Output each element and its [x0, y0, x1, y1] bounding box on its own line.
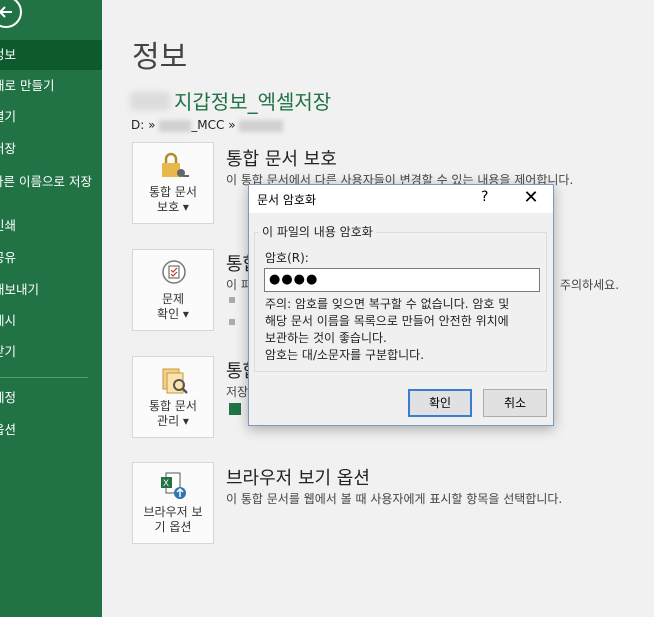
browser-view-icon: X — [161, 472, 186, 499]
file-path: D: » _MCC » — [131, 118, 284, 132]
redacted-text — [130, 92, 170, 110]
ok-button[interactable]: 확인 — [408, 389, 472, 417]
nav-save-as[interactable]: 다른 이름으로 저장 — [0, 174, 92, 208]
section-desc-tail: 주의하세요. — [560, 278, 620, 292]
manage-workbook-button[interactable]: 통합 문서 관리 ▾ — [132, 356, 214, 438]
document-title: 지갑정보_엑셀저장 — [174, 90, 332, 114]
protect-workbook-button[interactable]: 통합 문서 보호 ▾ — [132, 142, 214, 224]
note-line: 보관하는 것이 좋습니다. — [265, 331, 387, 345]
password-field[interactable]: ●●●● — [264, 268, 540, 292]
section-title: 브라우저 보기 옵션 — [226, 468, 370, 489]
tile-label: 통합 문서 — [149, 399, 197, 413]
close-icon[interactable]: ✕ — [519, 187, 543, 211]
dialog-titlebar[interactable]: 문서 암호화 ? ✕ — [249, 185, 553, 213]
nav-account[interactable]: 계정 — [0, 383, 102, 413]
tile-label: 문제 — [161, 292, 185, 306]
note-line: 주의: 암호를 잊으면 복구할 수 없습니다. 암호 및 — [265, 297, 510, 311]
bullet-icon — [229, 297, 235, 303]
tile-label: 확인 ▾ — [157, 307, 189, 321]
nav-divider — [0, 377, 88, 378]
nav-new[interactable]: 새로 만들기 — [0, 71, 102, 101]
nav-options[interactable]: 옵션 — [0, 415, 102, 445]
lock-key-icon — [162, 152, 189, 177]
excel-file-icon — [229, 403, 241, 415]
redacted-path — [239, 119, 284, 132]
note-line: 암호는 대/소문자를 구분합니다. — [265, 348, 425, 362]
password-label: 암호(R): — [265, 251, 309, 265]
nav-export[interactable]: 내보내기 — [0, 275, 102, 305]
check-issues-button[interactable]: 문제 확인 ▾ — [132, 249, 214, 331]
backstage-sidebar: 정보 새로 만들기 열기 저장 다른 이름으로 저장 인쇄 공유 내보내기 게시… — [0, 0, 102, 617]
browser-view-options-button[interactable]: X 브라우저 보기 옵션 — [132, 462, 214, 544]
note-line: 해당 문서 이름을 목록으로 만들어 안전한 위치에 — [265, 314, 509, 328]
nav-info[interactable]: 정보 — [0, 40, 102, 70]
tile-label: 관리 ▾ — [157, 414, 189, 428]
page-title: 정보 — [132, 40, 188, 75]
manage-workbook-icon — [162, 368, 188, 394]
warning-note: 주의: 암호를 잊으면 복구할 수 없습니다. 암호 및 해당 문서 이름을 목… — [265, 296, 545, 364]
nav-save[interactable]: 저장 — [0, 134, 102, 164]
help-button[interactable]: ? — [481, 189, 488, 205]
nav-publish[interactable]: 게시 — [0, 306, 102, 336]
group-title: 이 파일의 내용 암호화 — [259, 223, 376, 240]
encrypt-document-dialog: 문서 암호화 ? ✕ 이 파일의 내용 암호화 암호(R): ●●●● 주의: … — [248, 184, 554, 426]
tile-label: 통합 문서 — [149, 185, 197, 199]
section-desc: 이 통합 문서를 웹에서 볼 때 사용자에게 표시할 항목을 선택합니다. — [226, 492, 563, 506]
nav-print[interactable]: 인쇄 — [0, 211, 102, 241]
nav-close[interactable]: 닫기 — [0, 337, 102, 367]
tile-label: 보호 ▾ — [157, 200, 189, 214]
nav-share[interactable]: 공유 — [0, 243, 102, 273]
dialog-title: 문서 암호화 — [257, 193, 317, 207]
nav-open[interactable]: 열기 — [0, 102, 102, 132]
section-desc: 저장 — [226, 385, 249, 399]
bullet-icon — [229, 319, 235, 325]
inspect-document-icon — [162, 260, 186, 284]
path-prefix: D: » — [131, 118, 156, 132]
svg-text:X: X — [163, 478, 169, 488]
tile-label: 브라우저 보 — [143, 505, 203, 519]
path-mid[interactable]: _MCC » — [191, 118, 235, 132]
redacted-path — [159, 119, 192, 132]
cancel-button[interactable]: 취소 — [483, 389, 547, 417]
section-title: 통합 문서 보호 — [226, 149, 337, 170]
back-arrow-icon[interactable] — [0, 0, 22, 28]
tile-label: 기 옵션 — [154, 520, 192, 534]
